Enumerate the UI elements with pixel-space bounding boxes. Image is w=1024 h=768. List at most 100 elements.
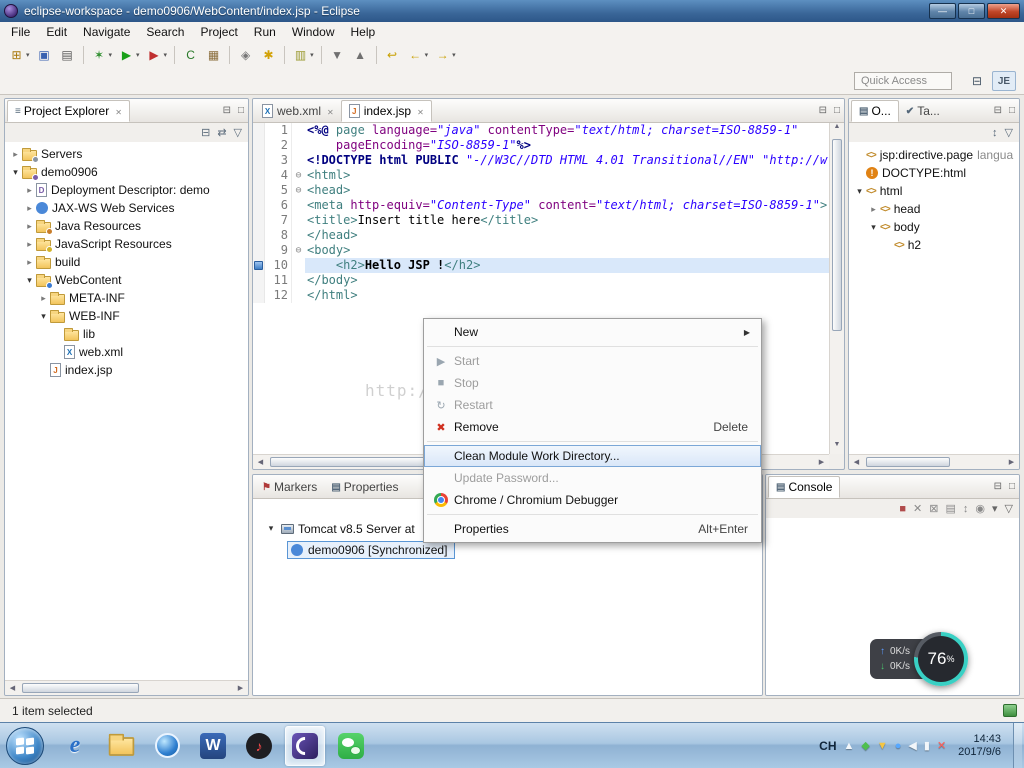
expand-arrow-icon[interactable]: ▸ (9, 149, 22, 160)
open-type-button[interactable]: ◈ (234, 44, 257, 66)
debug-button[interactable]: ✶▾ (88, 44, 116, 66)
tab-markers[interactable]: ⚑Markers (255, 476, 324, 498)
tree-item-deployment-descriptor-demo[interactable]: ▸DDeployment Descriptor: demo (5, 181, 248, 199)
maximize-view-icon[interactable] (1009, 481, 1015, 492)
javaee-perspective-button[interactable]: JE (992, 71, 1016, 91)
tab-project-explorer[interactable]: ≡ Project Explorer (7, 100, 130, 122)
tree-item-web-inf[interactable]: ▾WEB-INF (5, 307, 248, 325)
expand-arrow-icon[interactable]: ▸ (23, 239, 36, 250)
taskbar-clock[interactable]: 14:43 2017/9/6 (958, 733, 1001, 759)
sort-icon[interactable] (992, 127, 998, 139)
outline-hscrollbar[interactable] (849, 454, 1019, 469)
tree-item-web-xml[interactable]: Xweb.xml (5, 343, 248, 361)
minimize-view-icon[interactable] (994, 481, 1002, 492)
expand-arrow-icon[interactable]: ▸ (23, 203, 36, 214)
taskbar-music-button[interactable]: ♪ (239, 726, 279, 766)
tree-item-meta-inf[interactable]: ▸META-INF (5, 289, 248, 307)
code-text[interactable]: <html> (305, 168, 829, 183)
display-console-icon[interactable]: ▾ (992, 502, 998, 515)
dropdown-arrow-icon[interactable]: ▾ (310, 51, 314, 59)
last-edit-location-button[interactable]: ↩ (381, 44, 404, 66)
taskbar-eclipse-button[interactable] (285, 726, 325, 766)
expand-arrow-icon[interactable]: ▸ (23, 257, 36, 268)
link-with-editor-icon[interactable] (217, 126, 226, 139)
context-menu-item-clean-module-work-directory[interactable]: Clean Module Work Directory... (424, 445, 761, 467)
menu-edit[interactable]: Edit (38, 23, 75, 41)
taskbar-explorer-button[interactable] (101, 726, 141, 766)
view-menu-icon[interactable] (1005, 126, 1013, 139)
volume-tray-icon[interactable]: ◀ (908, 739, 916, 752)
code-text[interactable]: <meta http-equiv="Content-Type" content=… (305, 198, 829, 213)
context-menu-item-start[interactable]: ▶Start (424, 350, 761, 372)
quick-access-input[interactable]: Quick Access (854, 72, 952, 90)
menu-window[interactable]: Window (284, 23, 343, 41)
scroll-thumb[interactable] (866, 457, 950, 467)
maximize-view-icon[interactable] (1009, 105, 1015, 116)
next-annotation-button[interactable]: ▼ (326, 44, 349, 66)
code-text[interactable]: <title>Insert title here</title> (305, 213, 829, 228)
remove-all-launches-icon[interactable]: ⊠ (929, 502, 938, 515)
context-menu-item-stop[interactable]: ■Stop (424, 372, 761, 394)
menu-help[interactable]: Help (343, 23, 384, 41)
maximize-window-button[interactable]: □ (958, 3, 985, 19)
context-menu-item-update-password[interactable]: Update Password... (424, 467, 761, 489)
expand-arrow-icon[interactable]: ▾ (853, 186, 866, 197)
scroll-up-icon[interactable] (830, 123, 844, 136)
save-button[interactable]: ▣ (33, 44, 56, 66)
code-text[interactable]: <head> (305, 183, 829, 198)
code-text[interactable]: <%@ page language="java" contentType="te… (305, 123, 829, 138)
taskbar-word-button[interactable]: W (193, 726, 233, 766)
code-text[interactable]: <body> (305, 243, 829, 258)
fold-collapse-icon[interactable]: ⊖ (291, 243, 305, 258)
run-external-tools-button[interactable]: ▶▾ (143, 44, 171, 66)
tree-item-servers[interactable]: ▸Servers (5, 145, 248, 163)
start-button[interactable] (6, 727, 44, 765)
close-tab-icon[interactable] (325, 104, 334, 118)
tree-item-head[interactable]: ▸<>head (849, 200, 1019, 218)
tree-item-jax-ws-web-services[interactable]: ▸JAX-WS Web Services (5, 199, 248, 217)
tree-item-build[interactable]: ▸build (5, 253, 248, 271)
chat-tray-icon[interactable]: ● (895, 740, 902, 752)
close-window-button[interactable]: ✕ (987, 3, 1020, 19)
show-desktop-button[interactable] (1013, 723, 1022, 768)
context-menu-item-restart[interactable]: ↻Restart (424, 394, 761, 416)
maximize-editor-icon[interactable] (834, 105, 840, 116)
tree-item-h2[interactable]: <>h2 (849, 236, 1019, 254)
scroll-right-icon[interactable] (1004, 458, 1019, 466)
terminate-icon[interactable]: ■ (899, 503, 906, 515)
title-bar[interactable]: eclipse-workspace - demo0906/WebContent/… (0, 0, 1024, 22)
new-java-package-button[interactable]: ▦ (202, 44, 225, 66)
tree-item-html[interactable]: ▾<>html (849, 182, 1019, 200)
new-wizard-button[interactable]: ⊞▾ (5, 44, 33, 66)
server-module-item[interactable]: demo0906 [Synchronized] (253, 540, 762, 560)
scroll-lock-icon[interactable]: ↕ (963, 503, 969, 515)
expand-arrow-icon[interactable]: ▾ (37, 311, 50, 322)
minimize-view-icon[interactable] (994, 105, 1002, 116)
menu-file[interactable]: File (3, 23, 38, 41)
hidden-icons-button[interactable]: ▲ (844, 740, 855, 752)
scroll-right-icon[interactable] (233, 684, 248, 692)
context-menu-item-properties[interactable]: PropertiesAlt+Enter (424, 518, 761, 540)
maximize-view-icon[interactable] (238, 105, 244, 116)
scroll-thumb[interactable] (22, 683, 139, 693)
scroll-thumb[interactable] (832, 139, 842, 331)
scroll-left-icon[interactable] (253, 458, 268, 466)
selected-module[interactable]: demo0906 [Synchronized] (287, 541, 455, 559)
tree-item-javascript-resources[interactable]: ▸JavaScript Resources (5, 235, 248, 253)
view-menu-icon[interactable]: ▽ (1005, 502, 1013, 515)
scroll-left-icon[interactable] (849, 458, 864, 466)
pin-console-icon[interactable]: ◉ (975, 502, 985, 515)
tree-item-index-jsp[interactable]: Jindex.jsp (5, 361, 248, 379)
fold-collapse-icon[interactable]: ⊖ (291, 183, 305, 198)
expand-arrow-icon[interactable]: ▸ (867, 204, 880, 215)
tree-item-body[interactable]: ▾<>body (849, 218, 1019, 236)
menu-navigate[interactable]: Navigate (75, 23, 138, 41)
tree-item-lib[interactable]: lib (5, 325, 248, 343)
dropdown-arrow-icon[interactable]: ▾ (164, 51, 168, 59)
usage-percent-ball[interactable]: 76% (914, 632, 968, 686)
security-tray-icon[interactable]: ◆ (861, 739, 869, 752)
menu-run[interactable]: Run (246, 23, 284, 41)
editor-vscrollbar[interactable] (829, 123, 844, 454)
forward-button[interactable]: →▾ (431, 44, 459, 66)
tree-item-webcontent[interactable]: ▾WebContent (5, 271, 248, 289)
